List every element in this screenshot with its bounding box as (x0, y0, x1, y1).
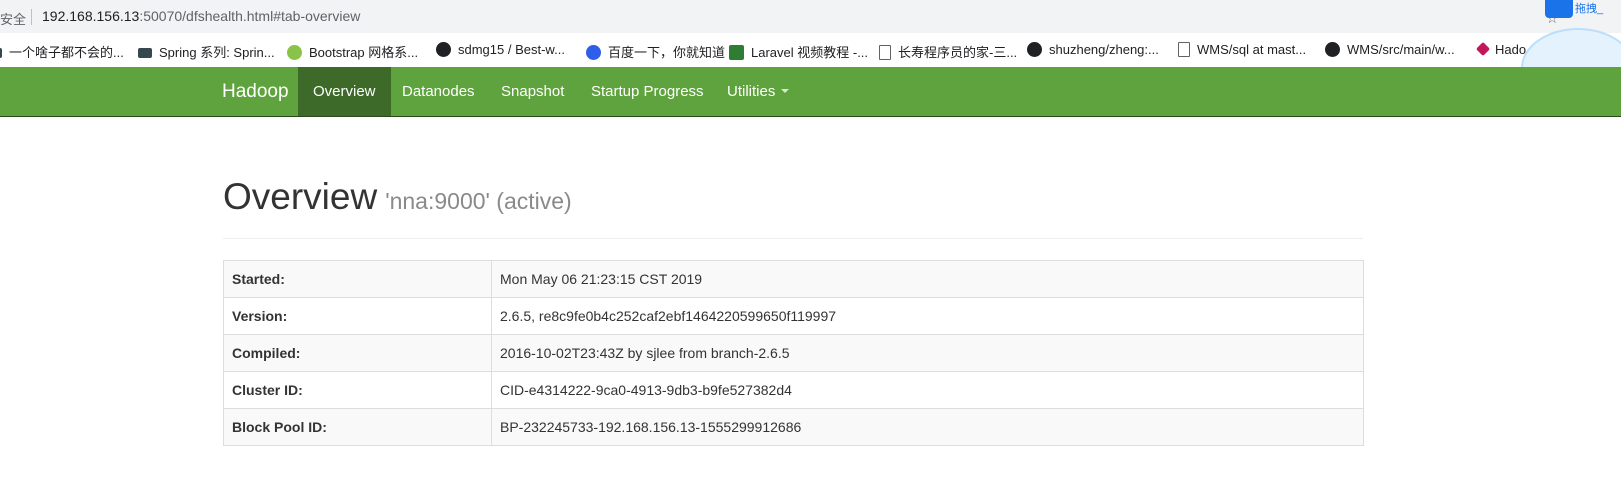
bookmark-label: 一个啥子都不会的... (9, 45, 124, 60)
navbar: Hadoop Overview Datanodes Snapshot Start… (0, 67, 1621, 117)
address-divider (31, 9, 32, 25)
bookmark-item[interactable]: shuzheng/zheng:... (1027, 42, 1159, 57)
table-row: Block Pool ID: BP-232245733-192.168.156.… (223, 408, 1364, 446)
nav-startup-progress[interactable]: Startup Progress (576, 67, 719, 116)
page-title: Overview (223, 176, 378, 217)
extension-icon[interactable] (1545, 0, 1573, 18)
row-key: Compiled: (223, 334, 492, 372)
row-value: BP-232245733-192.168.156.13-155529991268… (491, 408, 1364, 446)
row-key: Block Pool ID: (223, 408, 492, 446)
bookmark-label: WMS/src/main/w... (1347, 42, 1455, 57)
row-value: 2016-10-02T23:43Z by sjlee from branch-2… (491, 334, 1364, 372)
bookmark-item[interactable]: 长寿程序员的家-三... (879, 42, 1017, 61)
nav-overview[interactable]: Overview (298, 67, 391, 116)
brand-logo[interactable]: Hadoop (222, 81, 289, 103)
row-value: 2.6.5, re8c9fe0b4c252caf2ebf146422059965… (491, 297, 1364, 335)
bookmark-label: 百度一下，你就知道 (608, 45, 726, 60)
bookmark-label: Hado (1495, 42, 1527, 57)
address-bar[interactable]: 安全 192.168.156.13:50070/dfshealth.html#t… (0, 0, 1621, 33)
bookmark-label: sdmg15 / Best-w... (458, 42, 565, 57)
bootstrap-icon (287, 45, 302, 60)
baidu-icon (586, 45, 601, 60)
extension-label[interactable]: 拖拽_ (1575, 0, 1603, 16)
bookmark-item[interactable]: Hado (1475, 41, 1527, 57)
bookmark-label: 长寿程序员的家-三... (898, 45, 1018, 60)
bookmark-item[interactable]: 百度一下，你就知道 (586, 42, 725, 61)
table-row: Version: 2.6.5, re8c9fe0b4c252caf2ebf146… (223, 297, 1364, 335)
bookmark-item[interactable]: sdmg15 / Best-w... (436, 42, 565, 57)
chevron-down-icon (781, 89, 790, 93)
bookmark-item[interactable]: Spring 系列: Sprin... (138, 42, 275, 61)
url-host: 192.168.156.13 (42, 8, 140, 24)
overview-table: Started: Mon May 06 21:23:15 CST 2019 Ve… (223, 260, 1364, 446)
bookmark-label: Bootstrap 网格系... (309, 45, 419, 60)
page-icon (879, 45, 891, 60)
page-icon (1178, 42, 1190, 57)
page-header: Overview 'nna:9000' (active) (223, 176, 572, 218)
table-row: Cluster ID: CID-e4314222-9ca0-4913-9db3-… (223, 371, 1364, 409)
table-row: Started: Mon May 06 21:23:15 CST 2019 (223, 260, 1364, 298)
nav-datanodes[interactable]: Datanodes (387, 67, 490, 116)
bookmark-item[interactable]: Bootstrap 网格系... (287, 42, 418, 61)
security-indicator[interactable]: 安全 (0, 9, 26, 28)
link-icon (138, 48, 152, 58)
bookmark-label: WMS/sql at mast... (1197, 42, 1307, 57)
bookmark-item[interactable]: WMS/sql at mast... (1178, 42, 1306, 57)
github-icon (1325, 42, 1340, 57)
feather-icon (1475, 41, 1491, 57)
row-value: Mon May 06 21:23:15 CST 2019 (491, 260, 1364, 298)
feather-icon (0, 48, 2, 58)
bookmark-label: Laravel 视频教程 -... (751, 45, 869, 60)
nav-utilities[interactable]: Utilities (712, 67, 804, 116)
row-key: Cluster ID: (223, 371, 492, 409)
url-text[interactable]: 192.168.156.13:50070/dfshealth.html#tab-… (42, 8, 360, 24)
bookmark-item[interactable]: Laravel 视频教程 -... (729, 42, 868, 61)
nav-utilities-label: Utilities (727, 83, 776, 100)
table-row: Compiled: 2016-10-02T23:43Z by sjlee fro… (223, 334, 1364, 372)
row-key: Started: (223, 260, 492, 298)
bookmark-item[interactable]: WMS/src/main/w... (1325, 42, 1455, 57)
bookmark-label: shuzheng/zheng:... (1049, 42, 1159, 57)
laravel-icon (729, 45, 744, 60)
row-value: CID-e4314222-9ca0-4913-9db3-b9fe527382d4 (491, 371, 1364, 409)
row-key: Version: (223, 297, 492, 335)
bookmark-item[interactable]: 一个啥子都不会的... (0, 42, 124, 61)
github-icon (1027, 42, 1042, 57)
github-icon (436, 42, 451, 57)
bookmark-label: Spring 系列: Sprin... (159, 45, 275, 60)
header-divider (223, 238, 1363, 239)
page-subtitle: 'nna:9000' (active) (385, 188, 572, 214)
bookmarks-bar: 一个啥子都不会的... Spring 系列: Sprin... Bootstra… (0, 33, 1621, 68)
url-path: :50070/dfshealth.html#tab-overview (139, 8, 361, 24)
nav-snapshot[interactable]: Snapshot (486, 67, 579, 116)
